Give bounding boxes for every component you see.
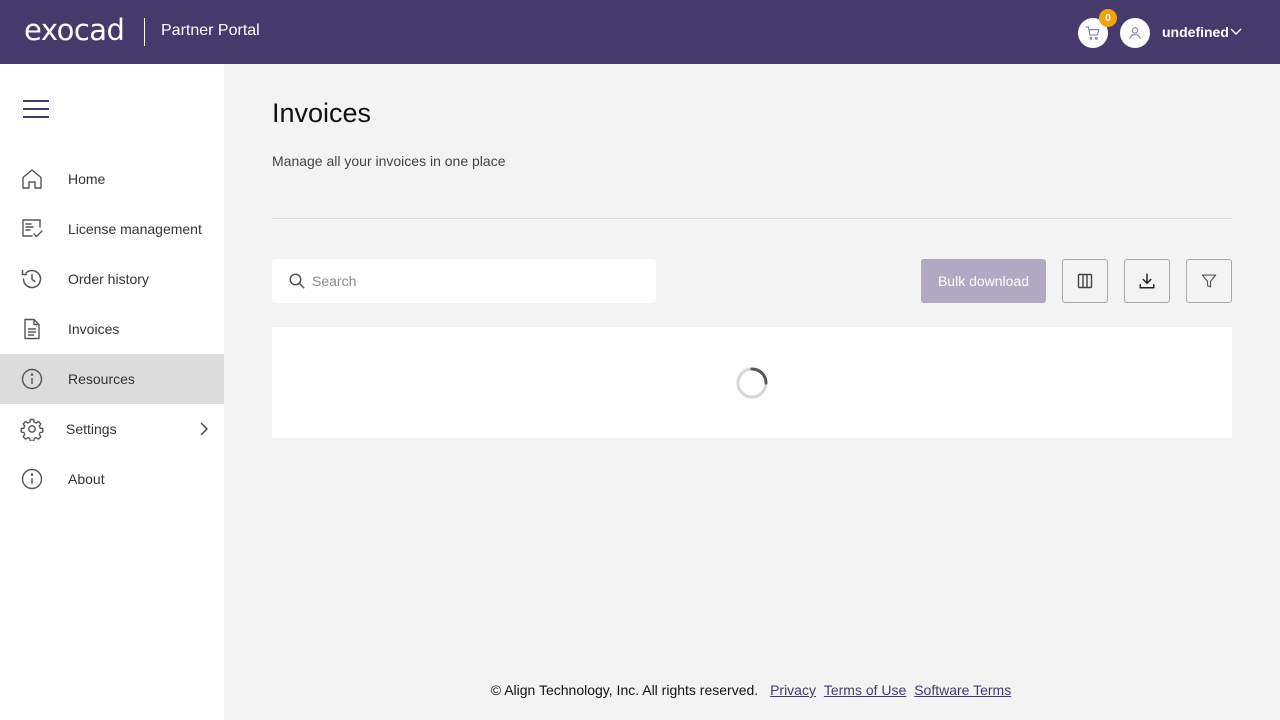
download-button[interactable] <box>1124 259 1170 303</box>
user-icon <box>1129 27 1141 40</box>
history-icon <box>21 269 42 289</box>
chevron-right-icon <box>200 422 208 436</box>
section-divider <box>272 218 1232 219</box>
document-icon <box>24 318 40 340</box>
avatar[interactable] <box>1120 18 1150 48</box>
software-terms-link[interactable]: Software Terms <box>914 682 1011 698</box>
columns-icon <box>1077 273 1093 289</box>
sidebar-item-invoices[interactable]: Invoices <box>0 304 224 354</box>
brand-logo[interactable]: exocad <box>24 13 125 47</box>
sidebar-item-label: Order history <box>68 271 149 287</box>
search-box <box>272 259 656 303</box>
invoices-table-card <box>272 327 1232 438</box>
sidebar-item-label: License management <box>68 221 202 237</box>
info-icon <box>21 468 43 490</box>
portal-title: Partner Portal <box>161 22 260 39</box>
hamburger-menu-icon[interactable] <box>22 97 50 121</box>
terms-of-use-link[interactable]: Terms of Use <box>824 682 906 698</box>
page-title: Invoices <box>272 98 372 128</box>
sidebar-item-label: Resources <box>68 371 135 387</box>
top-bar: exocad Partner Portal 0 undefined <box>0 0 1280 64</box>
sidebar-item-label: Settings <box>66 421 117 437</box>
copyright-text: © Align Technology, Inc. All rights rese… <box>490 682 759 698</box>
filter-button[interactable] <box>1186 259 1232 303</box>
sidebar-item-home[interactable]: Home <box>0 154 224 204</box>
sidebar-item-label: About <box>68 471 105 487</box>
columns-button[interactable] <box>1062 259 1108 303</box>
sidebar-item-about[interactable]: About <box>0 454 224 504</box>
cart-count-badge: 0 <box>1099 9 1117 27</box>
brand-divider <box>144 18 145 46</box>
license-icon <box>22 219 43 238</box>
cart-icon <box>1085 26 1100 40</box>
home-icon <box>22 169 42 189</box>
bulk-download-button[interactable]: Bulk download <box>921 259 1046 303</box>
gear-icon <box>20 418 44 441</box>
sidebar-item-resources[interactable]: Resources <box>0 354 224 404</box>
search-icon <box>289 273 305 289</box>
chevron-down-icon[interactable] <box>1229 26 1243 38</box>
loading-spinner-icon <box>736 367 768 399</box>
user-menu-name[interactable]: undefined <box>1162 24 1229 40</box>
privacy-link[interactable]: Privacy <box>770 682 816 698</box>
sidebar-item-order-history[interactable]: Order history <box>0 254 224 304</box>
sidebar-item-label: Invoices <box>68 321 120 337</box>
sidebar-item-label: Home <box>68 171 106 187</box>
sidebar-item-license-management[interactable]: License management <box>0 204 224 254</box>
search-input[interactable] <box>312 259 642 303</box>
filter-icon <box>1201 274 1217 288</box>
sidebar-item-settings[interactable]: Settings <box>0 404 224 454</box>
footer: © Align Technology, Inc. All rights rese… <box>0 682 1280 698</box>
page-subtitle: Manage all your invoices in one place <box>272 153 506 169</box>
download-icon <box>1139 273 1155 289</box>
info-icon <box>21 368 43 390</box>
sidebar: Home License management Order history In… <box>0 64 224 720</box>
